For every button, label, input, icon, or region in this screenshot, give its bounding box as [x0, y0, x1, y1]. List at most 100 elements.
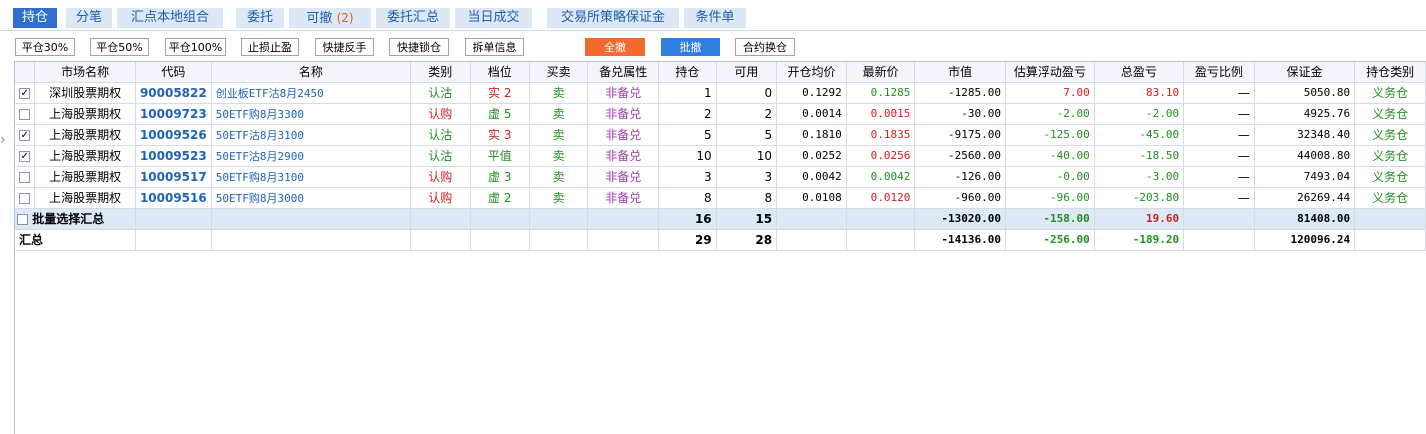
open-avg-cell: 0.0108 [776, 187, 847, 209]
cancel-all-button[interactable]: 全撤 [585, 38, 645, 56]
header-available[interactable]: 可用 [716, 62, 778, 83]
open-avg-cell: 0.1810 [776, 124, 847, 146]
margin-cell: 26269.44 [1254, 187, 1356, 209]
summary-selected-mkt-value: -13020.00 [914, 208, 1006, 230]
close-30-button[interactable]: 平仓30% [15, 38, 75, 56]
header-open-avg[interactable]: 开仓均价 [776, 62, 847, 83]
code-cell: 10009516 [135, 187, 212, 209]
header-side[interactable]: 买卖 [529, 62, 589, 83]
summary-total-mkt-value: -14136.00 [914, 229, 1006, 251]
tab-positions[interactable]: 持仓 [13, 8, 57, 28]
row-checkbox[interactable]: ✓ [19, 150, 31, 162]
close-50-button[interactable]: 平仓50% [90, 38, 149, 56]
side-cell: 卖 [529, 82, 589, 104]
table-row[interactable]: ✓ 深圳股票期权 90005822 创业板ETF沽8月2450 认沽实 2 卖非备兑 1 0 0… [15, 82, 1426, 104]
row-checkbox[interactable] [19, 108, 31, 120]
type-cell: 认沽 [410, 145, 471, 167]
row-checkbox[interactable] [19, 192, 31, 204]
collapse-handle-icon[interactable]: › [0, 120, 8, 160]
header-margin[interactable]: 保证金 [1254, 62, 1356, 83]
table-row[interactable]: ✓ 上海股票期权 10009523 50ETF沽8月2900 认沽 平值卖非备兑 10 10 0… [15, 145, 1426, 167]
side-cell: 卖 [529, 103, 589, 125]
row-checkbox[interactable]: ✓ [19, 87, 31, 99]
row-checkbox-cell: ✓ [15, 124, 36, 146]
summary-selected-avail: 15 [716, 208, 778, 230]
side-cell: 卖 [529, 187, 589, 209]
quick-lock-button[interactable]: 快捷锁仓 [389, 38, 449, 56]
header-market[interactable]: 市场名称 [34, 62, 136, 83]
tab-order-summary[interactable]: 委托汇总 [376, 8, 450, 28]
level-cell: 虚 3 [470, 166, 530, 188]
open-avg-cell: 0.0042 [776, 166, 847, 188]
tab-exchange-margin[interactable]: 交易所策略保证金 [547, 8, 679, 28]
header-float-pl[interactable]: 估算浮动盈亏 [1005, 62, 1095, 83]
available-cell: 10 [716, 145, 778, 167]
summary-selected-total-pl: 19.60 [1094, 208, 1185, 230]
covered-cell: 非备兑 [587, 103, 660, 125]
header-code[interactable]: 代码 [135, 62, 212, 83]
header-type[interactable]: 类别 [410, 62, 471, 83]
split-info-button[interactable]: 拆单信息 [465, 38, 524, 56]
last-price-cell: 0.0256 [846, 145, 916, 167]
code-cell: 10009517 [135, 166, 212, 188]
contract-swap-button[interactable]: 合约换仓 [735, 38, 795, 56]
total-pl-cell: -203.80 [1094, 187, 1185, 209]
tab-today-trades[interactable]: 当日成交 [455, 8, 532, 28]
available-cell: 8 [716, 187, 778, 209]
batch-cancel-button[interactable]: 批撤 [661, 38, 720, 56]
position-type-cell: 义务仓 [1354, 82, 1426, 104]
float-pl-cell: -2.00 [1005, 103, 1095, 125]
header-pl-ratio[interactable]: 盈亏比例 [1183, 62, 1255, 83]
code-cell: 10009526 [135, 124, 212, 146]
tab-conditional-orders[interactable]: 条件单 [684, 8, 746, 28]
position-cell: 5 [658, 124, 717, 146]
tab-orders[interactable]: 委托 [236, 8, 284, 28]
header-covered[interactable]: 备兑属性 [587, 62, 660, 83]
summary-selected-margin: 81408.00 [1254, 208, 1356, 230]
row-checkbox-cell [15, 187, 36, 209]
summary-select-checkbox[interactable] [17, 214, 28, 225]
summary-total-total-pl: -189.20 [1094, 229, 1185, 251]
row-checkbox[interactable]: ✓ [19, 129, 31, 141]
header-position[interactable]: 持仓 [658, 62, 717, 83]
side-cell: 卖 [529, 124, 589, 146]
table-row[interactable]: 上海股票期权 10009517 50ETF购8月3100 认购虚 3 卖非备兑 3 3 0.0… [15, 166, 1426, 188]
market-cell: 上海股票期权 [34, 124, 136, 146]
header-market-value[interactable]: 市值 [914, 62, 1006, 83]
tab-fills[interactable]: 分笔 [66, 8, 112, 28]
float-pl-cell: -96.00 [1005, 187, 1095, 209]
tab-cancelable[interactable]: 可撤 (2) [289, 8, 371, 28]
last-price-cell: 0.0042 [846, 166, 916, 188]
table-row[interactable]: 上海股票期权 10009516 50ETF购8月3000 认购虚 2 卖非备兑 8 8 0.0… [15, 187, 1426, 209]
open-avg-cell: 0.1292 [776, 82, 847, 104]
header-last-price[interactable]: 最新价 [846, 62, 916, 83]
header-check [15, 62, 36, 83]
type-cell: 认购 [410, 103, 471, 125]
row-checkbox-cell [15, 166, 36, 188]
market-cell: 上海股票期权 [34, 187, 136, 209]
market-cell: 上海股票期权 [34, 103, 136, 125]
close-100-button[interactable]: 平仓100% [165, 38, 226, 56]
margin-cell: 4925.76 [1254, 103, 1356, 125]
name-cell: 创业板ETF沽8月2450 [211, 82, 412, 104]
row-checkbox[interactable] [19, 171, 31, 183]
market-value-cell: -126.00 [914, 166, 1006, 188]
summary-total-label: 汇总 [15, 229, 136, 251]
total-pl-cell: -45.00 [1094, 124, 1185, 146]
header-position-type[interactable]: 持仓类别 [1354, 62, 1426, 83]
level-cell: 实 3 [470, 124, 530, 146]
table-row[interactable]: 上海股票期权 10009723 50ETF购8月3300 认购虚 5 卖非备兑 2 2 0.0… [15, 103, 1426, 125]
summary-selected-pos: 16 [658, 208, 717, 230]
summary-selected-row: 批量选择汇总 16 15 -13020.00 -158.00 19.60 814… [15, 208, 1426, 230]
stop-loss-profit-button[interactable]: 止损止盈 [241, 38, 299, 56]
available-cell: 2 [716, 103, 778, 125]
header-total-pl[interactable]: 总盈亏 [1094, 62, 1185, 83]
quick-reverse-button[interactable]: 快捷反手 [315, 38, 374, 56]
header-name[interactable]: 名称 [211, 62, 412, 83]
total-pl-cell: -2.00 [1094, 103, 1185, 125]
tab-local-combo[interactable]: 汇点本地组合 [117, 8, 223, 28]
level-cell: 平值 [470, 145, 530, 167]
header-level[interactable]: 档位 [470, 62, 530, 83]
table-row[interactable]: ✓ 上海股票期权 10009526 50ETF沽8月3100 认沽实 3 卖非备兑 5 5 0.… [15, 124, 1426, 146]
summary-total-row: 汇总 29 28 -14136.00 -256.00 -189.20 12009… [15, 229, 1426, 251]
